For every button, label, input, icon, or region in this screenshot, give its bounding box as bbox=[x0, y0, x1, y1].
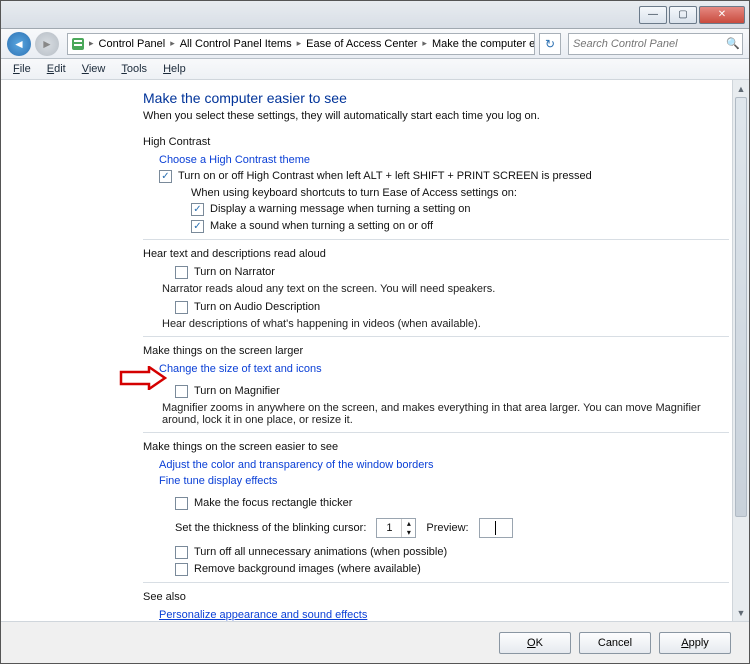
label-turn-off-animations: Turn off all unnecessary animations (whe… bbox=[194, 546, 447, 558]
close-button[interactable]: ✕ bbox=[699, 6, 745, 24]
label-audio-description: Turn on Audio Description bbox=[194, 301, 320, 313]
menu-view[interactable]: View bbox=[74, 61, 114, 77]
apply-button[interactable]: Apply bbox=[659, 632, 731, 654]
page-title: Make the computer easier to see bbox=[143, 90, 729, 106]
crumb-all-items[interactable]: All Control Panel Items bbox=[176, 38, 296, 50]
search-icon[interactable]: 🔍 bbox=[724, 37, 742, 50]
checkbox-narrator[interactable] bbox=[175, 266, 188, 279]
label-preview: Preview: bbox=[426, 522, 468, 534]
section-high-contrast: High Contrast bbox=[143, 136, 729, 148]
forward-button[interactable]: ► bbox=[35, 32, 59, 56]
titlebar: — ▢ ✕ bbox=[1, 1, 749, 29]
breadcrumb[interactable]: ▸ Control Panel ▸ All Control Panel Item… bbox=[67, 33, 535, 55]
crumb-control-panel[interactable]: Control Panel bbox=[95, 38, 170, 50]
control-panel-window: — ▢ ✕ ◄ ► ▸ Control Panel ▸ All Control … bbox=[0, 0, 750, 664]
navigation-bar: ◄ ► ▸ Control Panel ▸ All Control Panel … bbox=[1, 29, 749, 59]
link-personalize[interactable]: Personalize appearance and sound effects bbox=[159, 609, 367, 621]
checkbox-focus-rect[interactable] bbox=[175, 497, 188, 510]
checkbox-remove-bg[interactable] bbox=[175, 563, 188, 576]
crumb-ease-of-access[interactable]: Ease of Access Center bbox=[302, 38, 421, 50]
content-area: Make the computer easier to see When you… bbox=[1, 80, 749, 621]
label-high-contrast-toggle: Turn on or off High Contrast when left A… bbox=[178, 170, 592, 182]
desc-magnifier: Magnifier zooms in anywhere on the scree… bbox=[162, 402, 729, 426]
footer-bar: OK Cancel Apply bbox=[1, 621, 749, 663]
ok-button[interactable]: OK bbox=[499, 632, 571, 654]
section-larger: Make things on the screen larger bbox=[143, 345, 729, 357]
search-box[interactable]: 🔍 bbox=[568, 33, 743, 55]
scroll-thumb[interactable] bbox=[735, 97, 747, 517]
label-narrator: Turn on Narrator bbox=[194, 266, 275, 278]
checkbox-display-warning[interactable] bbox=[191, 203, 204, 216]
section-hear: Hear text and descriptions read aloud bbox=[143, 248, 729, 260]
label-focus-rect: Make the focus rectangle thicker bbox=[194, 497, 352, 509]
page-subtitle: When you select these settings, they wil… bbox=[143, 110, 729, 122]
refresh-button[interactable]: ↻ bbox=[539, 33, 561, 55]
scroll-down-icon[interactable]: ▼ bbox=[733, 604, 749, 621]
link-change-size[interactable]: Change the size of text and icons bbox=[159, 363, 322, 375]
link-adjust-transparency[interactable]: Adjust the color and transparency of the… bbox=[159, 459, 434, 471]
scrollbar[interactable]: ▲ ▼ bbox=[732, 80, 749, 621]
maximize-button[interactable]: ▢ bbox=[669, 6, 697, 24]
checkbox-audio-description[interactable] bbox=[175, 301, 188, 314]
checkbox-high-contrast-toggle[interactable] bbox=[159, 170, 172, 183]
menu-tools[interactable]: Tools bbox=[113, 61, 155, 77]
section-see-also: See also bbox=[143, 591, 729, 603]
search-input[interactable] bbox=[569, 38, 724, 50]
minimize-button[interactable]: — bbox=[639, 6, 667, 24]
checkbox-magnifier[interactable] bbox=[175, 385, 188, 398]
menu-bar: File Edit View Tools Help bbox=[1, 59, 749, 80]
label-cursor-thickness: Set the thickness of the blinking cursor… bbox=[175, 522, 366, 534]
desc-narrator: Narrator reads aloud any text on the scr… bbox=[162, 283, 729, 295]
cancel-button[interactable]: Cancel bbox=[579, 632, 651, 654]
cursor-thickness-stepper[interactable]: 1 ▴▾ bbox=[376, 518, 416, 538]
link-fine-tune[interactable]: Fine tune display effects bbox=[159, 475, 277, 487]
label-magnifier: Turn on Magnifier bbox=[194, 385, 280, 397]
label-display-warning: Display a warning message when turning a… bbox=[210, 203, 470, 215]
crumb-easier-to-see[interactable]: Make the computer easier to see bbox=[428, 38, 535, 50]
back-button[interactable]: ◄ bbox=[7, 32, 31, 56]
scroll-up-icon[interactable]: ▲ bbox=[733, 80, 749, 97]
menu-help[interactable]: Help bbox=[155, 61, 194, 77]
checkbox-turn-off-animations[interactable] bbox=[175, 546, 188, 559]
checkbox-make-sound[interactable] bbox=[191, 220, 204, 233]
desc-audio-description: Hear descriptions of what's happening in… bbox=[162, 318, 729, 330]
control-panel-icon bbox=[70, 35, 86, 53]
label-shortcut-intro: When using keyboard shortcuts to turn Ea… bbox=[191, 187, 729, 199]
label-remove-bg: Remove background images (where availabl… bbox=[194, 563, 421, 575]
menu-edit[interactable]: Edit bbox=[39, 61, 74, 77]
stepper-icon[interactable]: ▴▾ bbox=[401, 519, 415, 537]
cursor-preview bbox=[479, 518, 513, 538]
cursor-thickness-value: 1 bbox=[377, 522, 401, 534]
label-make-sound: Make a sound when turning a setting on o… bbox=[210, 220, 433, 232]
section-easier: Make things on the screen easier to see bbox=[143, 441, 729, 453]
link-choose-theme[interactable]: Choose a High Contrast theme bbox=[159, 154, 310, 166]
menu-file[interactable]: File bbox=[5, 61, 39, 77]
